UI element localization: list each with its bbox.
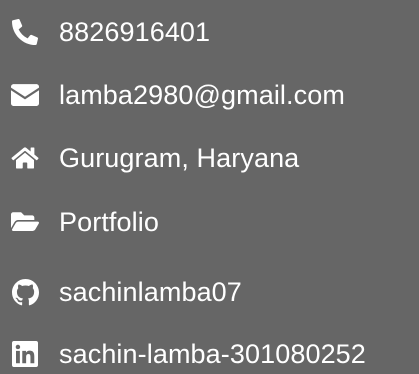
phone-number-link[interactable]: 8826916401 (59, 12, 210, 52)
contact-github-row: sachinlamba07 (10, 272, 242, 312)
linkedin-icon (10, 339, 40, 369)
linkedin-link[interactable]: sachin-lamba-301080252 (59, 334, 366, 374)
contact-phone-row: 8826916401 (10, 12, 210, 52)
contact-location-row: Gurugram, Haryana (10, 138, 299, 178)
folder-open-icon (10, 207, 40, 237)
email-link[interactable]: lamba2980@gmail.com (59, 75, 345, 115)
contact-portfolio-row: Portfolio (10, 202, 159, 242)
envelope-icon (10, 80, 40, 110)
location-text: Gurugram, Haryana (59, 143, 300, 173)
contact-list: 8826916401 lamba2980@gmail.com Gurugram,… (0, 0, 419, 372)
phone-icon (10, 17, 40, 47)
contact-email-row: lamba2980@gmail.com (10, 75, 345, 115)
github-link[interactable]: sachinlamba07 (59, 272, 242, 312)
github-icon (10, 277, 40, 307)
portfolio-link[interactable]: Portfolio (59, 202, 159, 242)
contact-linkedin-row: sachin-lamba-301080252 (10, 334, 366, 374)
home-icon (10, 143, 40, 173)
